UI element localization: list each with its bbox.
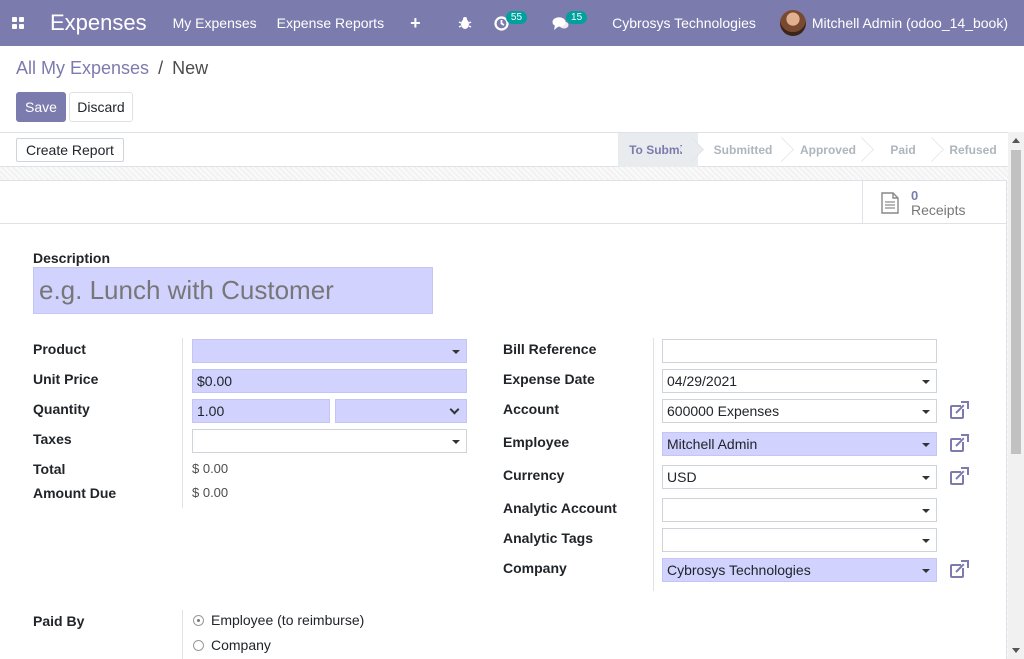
stage-paid[interactable]: Paid [868, 133, 938, 167]
chevron-down-icon [922, 380, 930, 384]
analytic-account-label: Analytic Account [503, 500, 617, 516]
quantity-label: Quantity [33, 401, 90, 417]
stage-refused[interactable]: Refused [938, 133, 1008, 167]
receipts-button[interactable]: 0 Receipts [862, 181, 1006, 224]
currency-external-link-icon[interactable] [949, 467, 969, 487]
taxes-label: Taxes [33, 431, 72, 447]
amount-due-value: $ 0.00 [192, 485, 229, 500]
messages-button[interactable]: 15 [552, 10, 590, 31]
create-report-button[interactable]: Create Report [16, 138, 124, 162]
analytic-tags-label: Analytic Tags [503, 530, 593, 546]
breadcrumb: All My Expenses / New [16, 58, 208, 79]
unit-price-field[interactable]: $0.00 [192, 369, 467, 393]
analytic-tags-field[interactable] [662, 528, 937, 552]
unit-price-label: Unit Price [33, 371, 99, 387]
chevron-down-icon [922, 443, 930, 447]
button-box: 0 Receipts [0, 181, 1006, 224]
account-external-link-icon[interactable] [949, 401, 969, 421]
quantity-field[interactable]: 1.00 [192, 399, 330, 423]
account-label: Account [503, 401, 559, 417]
analytic-account-field[interactable] [662, 498, 937, 522]
chevron-down-icon [922, 410, 930, 414]
amount-due-label: Amount Due [33, 485, 117, 501]
total-label: Total [33, 461, 66, 477]
avatar [779, 10, 806, 36]
messages-badge: 15 [566, 10, 588, 24]
product-label: Product [33, 341, 86, 357]
save-button[interactable]: Save [16, 92, 66, 122]
expense-date-field[interactable]: 04/29/2021 [662, 369, 937, 393]
apps-grid-icon [12, 17, 24, 29]
employee-external-link-icon[interactable] [949, 434, 969, 454]
app-brand[interactable]: Expenses [50, 10, 147, 36]
user-menu[interactable]: Mitchell Admin (odoo_14_book) [779, 10, 1008, 36]
company-label: Company [503, 560, 567, 576]
employee-field[interactable]: Mitchell Admin [662, 432, 937, 456]
bill-reference-label: Bill Reference [503, 341, 597, 357]
scroll-thumb[interactable] [1011, 150, 1021, 454]
bug-icon [458, 17, 472, 29]
chevron-down-icon [922, 539, 930, 543]
stage-pipeline: To Submit Submitted Approved Paid Refuse… [618, 133, 1008, 167]
description-label: Description [33, 250, 111, 266]
scroll-up-icon[interactable] [1012, 138, 1020, 143]
page-scrollbar[interactable] [1008, 132, 1024, 659]
paid-by-label: Paid By [33, 613, 85, 629]
stage-submitted[interactable]: Submitted [698, 133, 788, 167]
user-name: Mitchell Admin (odoo_14_book) [811, 15, 1008, 31]
discard-button[interactable]: Discard [69, 92, 133, 122]
paid-by-employee-option[interactable]: Employee (to reimburse) [193, 612, 364, 628]
status-bar: Create Report To Submit Submitted Approv… [0, 132, 1024, 167]
scroll-down-icon[interactable] [1012, 648, 1020, 653]
breadcrumb-parent[interactable]: All My Expenses [16, 58, 149, 78]
currency-field[interactable]: USD [662, 465, 937, 489]
paid-by-company-option[interactable]: Company [193, 637, 271, 653]
left-group-divider [182, 338, 183, 508]
total-value: $ 0.00 [192, 461, 229, 476]
currency-label: Currency [503, 467, 565, 483]
chevron-down-icon [922, 569, 930, 573]
company-switcher[interactable]: Cybrosys Technologies [612, 15, 756, 31]
employee-label: Employee [503, 434, 570, 450]
quick-create-icon[interactable]: + [410, 13, 421, 34]
company-external-link-icon[interactable] [949, 560, 969, 580]
menu-my-expenses[interactable]: My Expenses [173, 15, 257, 31]
product-field[interactable] [192, 339, 467, 363]
top-navbar: Expenses My Expenses Expense Reports + 5… [0, 0, 1024, 46]
taxes-field[interactable] [192, 429, 467, 453]
breadcrumb-current: New [172, 58, 209, 78]
company-field[interactable]: Cybrosys Technologies [662, 558, 937, 582]
document-icon [881, 191, 899, 214]
account-field[interactable]: 600000 Expenses [662, 399, 937, 423]
description-input[interactable]: e.g. Lunch with Customer [33, 267, 433, 314]
stage-approved[interactable]: Approved [788, 133, 868, 167]
activity-badge: 55 [505, 10, 528, 24]
chevron-down-icon [922, 476, 930, 480]
uom-select[interactable] [335, 399, 467, 423]
stage-to-submit[interactable]: To Submit [618, 133, 698, 167]
debug-button[interactable] [458, 16, 472, 30]
receipts-count: 0 [911, 187, 919, 203]
chevron-down-icon [452, 350, 460, 354]
activity-button[interactable]: 55 [494, 10, 530, 31]
expense-date-label: Expense Date [503, 371, 595, 387]
bill-reference-field[interactable] [662, 339, 937, 363]
right-group-divider [653, 338, 654, 591]
menu-expense-reports[interactable]: Expense Reports [277, 15, 384, 31]
apps-menu-button[interactable] [2, 0, 34, 46]
description-placeholder: e.g. Lunch with Customer [39, 275, 334, 305]
paid-by-divider [182, 610, 183, 659]
breadcrumb-separator: / [158, 58, 164, 78]
receipts-label: Receipts [911, 201, 966, 218]
chevron-down-icon [449, 404, 460, 415]
radio-company[interactable] [193, 639, 204, 651]
chevron-down-icon [922, 509, 930, 513]
chevron-down-icon [452, 440, 460, 444]
radio-employee[interactable] [193, 614, 204, 626]
